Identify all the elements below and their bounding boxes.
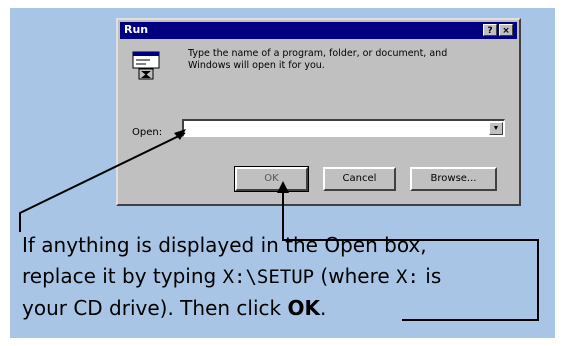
help-icon[interactable]: ? bbox=[483, 24, 497, 36]
open-combobox[interactable]: ▼ bbox=[182, 119, 505, 137]
caption-text: replace it by typing bbox=[22, 264, 223, 288]
stage: Run ? × Type the name of a program, fold… bbox=[0, 0, 561, 346]
run-dialog: Run ? × Type the name of a program, fold… bbox=[116, 18, 521, 206]
instruction-caption: If anything is displayed in the Open box… bbox=[22, 230, 561, 324]
cancel-button[interactable]: Cancel bbox=[323, 167, 396, 191]
caption-text: is bbox=[418, 264, 442, 288]
caption-line-3: your CD drive). Then click OK. bbox=[22, 293, 561, 324]
run-program-icon bbox=[132, 51, 160, 80]
ok-button[interactable]: OK bbox=[234, 166, 309, 192]
close-icon[interactable]: × bbox=[499, 24, 513, 36]
drive-letter: X: bbox=[396, 266, 419, 288]
caption-text: (where bbox=[314, 264, 397, 288]
prompt-text: Type the name of a program, folder, or d… bbox=[188, 48, 448, 71]
caption-line-1: If anything is displayed in the Open box… bbox=[22, 233, 427, 257]
caption-text: . bbox=[319, 296, 327, 320]
setup-command: X:\SETUP bbox=[222, 266, 315, 288]
ok-emphasis: OK bbox=[287, 296, 320, 320]
open-label: Open: bbox=[132, 127, 163, 138]
dialog-title: Run bbox=[124, 23, 149, 36]
title-bar[interactable]: Run ? × bbox=[120, 22, 517, 39]
dropdown-arrow-icon[interactable]: ▼ bbox=[489, 122, 503, 135]
caption-text: your CD drive). Then click bbox=[22, 296, 288, 320]
browse-button[interactable]: Browse... bbox=[410, 167, 497, 191]
caption-line-2: replace it by typing X:\SETUP (where X: … bbox=[22, 261, 561, 293]
